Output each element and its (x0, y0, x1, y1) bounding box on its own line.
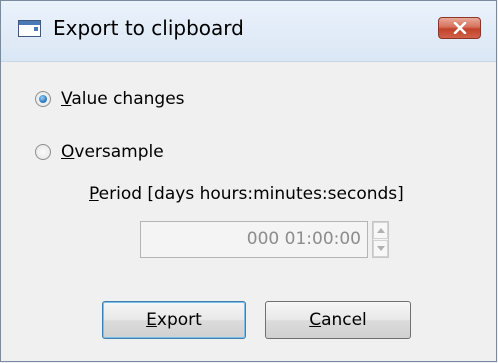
window-title: Export to clipboard (53, 16, 244, 40)
close-icon (453, 22, 467, 34)
title-bar[interactable]: Export to clipboard (1, 1, 496, 62)
app-icon (18, 20, 41, 37)
radio-button[interactable] (35, 144, 51, 160)
export-button[interactable]: Export (102, 301, 246, 339)
cancel-button[interactable]: Cancel (265, 301, 411, 339)
radio-label: Value changes (61, 89, 185, 109)
radio-value-changes[interactable]: Value changes (35, 89, 185, 109)
radio-button[interactable] (35, 91, 51, 107)
spin-up-icon (377, 228, 385, 233)
spin-down-icon (377, 246, 385, 251)
spin-down-button[interactable] (373, 240, 388, 257)
period-input[interactable]: 000 01:00:00 (140, 221, 368, 258)
close-button[interactable] (438, 17, 481, 39)
period-spinner[interactable] (372, 221, 389, 258)
export-dialog: Export to clipboard Value changes Oversa… (0, 0, 497, 362)
period-label: Period [days hours:minutes:seconds] (89, 184, 404, 204)
radio-oversample[interactable]: Oversample (35, 142, 164, 162)
radio-label: Oversample (61, 142, 164, 162)
spin-up-button[interactable] (373, 222, 388, 239)
